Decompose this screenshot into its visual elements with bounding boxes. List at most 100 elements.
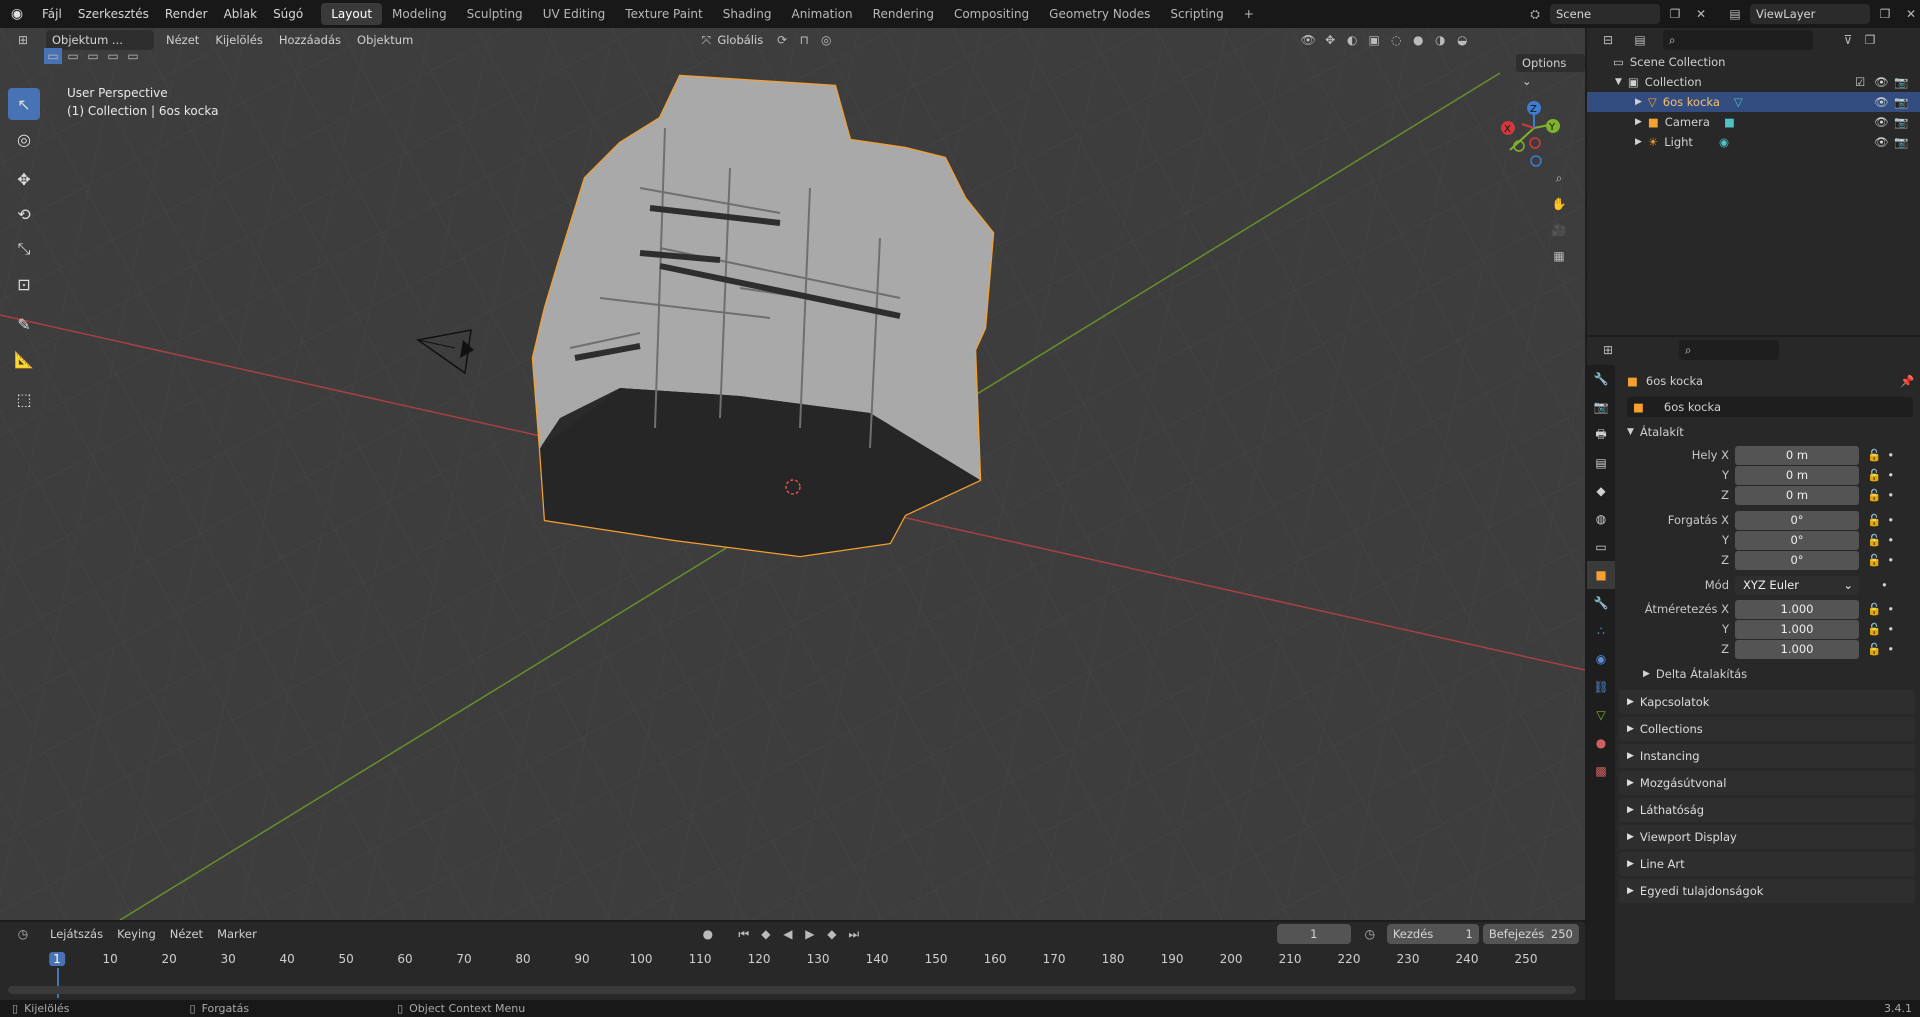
move-tool-icon[interactable]: ✥	[8, 163, 40, 195]
physics-tab-icon[interactable]: ◉	[1587, 645, 1615, 673]
visibility-icon[interactable]: 👁	[1297, 30, 1319, 50]
rotation-y-field[interactable]: 0°	[1735, 530, 1859, 550]
lock-icon[interactable]: 🔓	[1867, 553, 1881, 567]
object-name-field[interactable]: ■ 6os kocka	[1627, 397, 1913, 417]
outliner-item-6os-kocka[interactable]: ▶ ▽ 6os kocka ▽ 👁 📷	[1587, 92, 1920, 112]
select-invert-icon[interactable]: ▭	[104, 48, 122, 64]
scene-tab-icon[interactable]: ◆	[1587, 477, 1615, 505]
viewlayer-icon[interactable]: ▤	[1724, 4, 1746, 24]
pin-icon[interactable]: 📌	[1900, 374, 1914, 388]
viewlayer-field[interactable]: ViewLayer	[1750, 4, 1870, 24]
camera-view-icon[interactable]: 🎥	[1548, 220, 1570, 240]
section-relations[interactable]: ▶ Kapcsolatok	[1619, 690, 1915, 714]
menu-edit[interactable]: Szerkesztés	[70, 7, 157, 21]
editor-type-icon[interactable]: ⊞	[12, 30, 34, 50]
navigation-gizmo[interactable]: Z X Y	[1492, 88, 1562, 168]
overlay-toggle-icon[interactable]: ◐	[1341, 30, 1363, 50]
object-eye-icon[interactable]: 👁	[1874, 95, 1889, 109]
orientation-dropdown[interactable]: Globális	[717, 33, 763, 47]
outliner-item-camera[interactable]: ▶ ■ Camera ■ 👁 📷	[1587, 112, 1920, 132]
expand-icon[interactable]: ▶	[1635, 97, 1642, 107]
keyframe-icon[interactable]: •	[1887, 513, 1894, 527]
tab-shading[interactable]: Shading	[713, 3, 782, 25]
measure-tool-icon[interactable]: 📐	[8, 343, 40, 375]
proportional-edit-icon[interactable]: ◎	[815, 30, 837, 50]
properties-search[interactable]: ⌕	[1679, 340, 1779, 360]
timeline-scrollbar[interactable]	[8, 986, 1576, 994]
collection-expand-icon[interactable]: ▼	[1615, 77, 1622, 87]
scale-z-field[interactable]: 1.000	[1735, 639, 1859, 659]
keyframe-icon[interactable]: •	[1887, 448, 1894, 462]
scene-icon[interactable]: ⛭	[1524, 4, 1546, 24]
menu-object[interactable]: Objektum	[357, 33, 413, 47]
keyframe-icon[interactable]: •	[1887, 642, 1894, 656]
particles-tab-icon[interactable]: ∴	[1587, 617, 1615, 645]
light-render-icon[interactable]: 📷	[1894, 135, 1908, 149]
expand-icon[interactable]: ▶	[1635, 137, 1642, 147]
menu-view[interactable]: Nézet	[166, 33, 199, 47]
tab-uv-editing[interactable]: UV Editing	[533, 3, 616, 25]
select-set-icon[interactable]: ▭	[44, 48, 62, 64]
zoom-icon[interactable]: ⌕	[1548, 168, 1570, 188]
perspective-grid-icon[interactable]: ▦	[1548, 246, 1570, 266]
rotation-z-field[interactable]: 0°	[1735, 550, 1859, 570]
camera-render-icon[interactable]: 📷	[1894, 115, 1908, 129]
menu-render[interactable]: Render	[157, 7, 216, 21]
annotate-tool-icon[interactable]: ✎	[8, 308, 40, 340]
texture-tab-icon[interactable]: ▩	[1587, 757, 1615, 785]
select-intersect-icon[interactable]: ▭	[124, 48, 142, 64]
light-data-icon[interactable]: ◉	[1719, 135, 1729, 149]
rotation-x-field[interactable]: 0°	[1735, 510, 1859, 530]
scale-x-field[interactable]: 1.000	[1735, 599, 1859, 619]
select-extend-icon[interactable]: ▭	[64, 48, 82, 64]
render-tab-icon[interactable]: 📷	[1587, 393, 1615, 421]
scene-collection-row[interactable]: ▭ Scene Collection	[1587, 52, 1920, 72]
gizmo-toggle-icon[interactable]: ✥	[1319, 30, 1341, 50]
3d-viewport[interactable]: ⊞ Objektum ... Nézet Kijelölés Hozzáadás…	[0, 28, 1585, 920]
keyframe-icon[interactable]: •	[1887, 488, 1894, 502]
add-workspace-button[interactable]: +	[1234, 3, 1264, 25]
scene-field[interactable]: Scene	[1550, 4, 1660, 24]
keyframe-icon[interactable]: •	[1887, 533, 1894, 547]
tab-compositing[interactable]: Compositing	[944, 3, 1039, 25]
collection-tab-icon[interactable]: ▭	[1587, 533, 1615, 561]
section-line-art[interactable]: ▶ Line Art	[1619, 852, 1915, 876]
rotate-tool-icon[interactable]: ⟲	[8, 198, 40, 230]
constraints-tab-icon[interactable]: ⛓	[1587, 673, 1615, 701]
tab-animation[interactable]: Animation	[781, 3, 862, 25]
new-scene-icon[interactable]: ❐	[1664, 4, 1686, 24]
scale-tool-icon[interactable]: ⤡	[8, 233, 40, 265]
section-motion-paths[interactable]: ▶ Mozgásútvonal	[1619, 771, 1915, 795]
lock-icon[interactable]: 🔓	[1867, 642, 1881, 656]
menu-help[interactable]: Súgó	[265, 7, 311, 21]
outliner-editor-icon[interactable]: ⊟	[1597, 30, 1619, 50]
material-shading-icon[interactable]: ◑	[1429, 30, 1451, 50]
properties-editor-icon[interactable]: ⊞	[1597, 340, 1619, 360]
wireframe-shading-icon[interactable]: ◌	[1385, 30, 1407, 50]
keyframe-icon[interactable]: •	[1881, 578, 1888, 592]
lock-icon[interactable]: 🔓	[1867, 602, 1881, 616]
light-eye-icon[interactable]: 👁	[1874, 135, 1889, 149]
filter-icon[interactable]: ⊽	[1837, 30, 1859, 50]
cursor-tool-icon[interactable]: ◎	[8, 123, 40, 155]
collection-eye-icon[interactable]: 👁	[1874, 75, 1889, 89]
new-collection-icon[interactable]: ❐	[1859, 30, 1881, 50]
material-tab-icon[interactable]: ●	[1587, 729, 1615, 757]
remove-viewlayer-icon[interactable]: ✕	[1900, 4, 1920, 24]
transform-header[interactable]: ▼ Átalakít	[1627, 425, 1684, 439]
section-visibility[interactable]: ▶ Láthatóság	[1619, 798, 1915, 822]
select-box-tool-icon[interactable]: ↖	[8, 88, 40, 120]
camera-eye-icon[interactable]: 👁	[1874, 115, 1889, 129]
mesh-data-icon[interactable]: ▽	[1734, 95, 1743, 109]
modifier-tab-icon[interactable]: 🔧	[1587, 589, 1615, 617]
keyframe-icon[interactable]: •	[1887, 602, 1894, 616]
remove-scene-icon[interactable]: ✕	[1690, 4, 1712, 24]
tab-scripting[interactable]: Scripting	[1160, 3, 1233, 25]
lock-icon[interactable]: 🔓	[1867, 448, 1881, 462]
pan-hand-icon[interactable]: ✋	[1548, 194, 1570, 214]
collection-checkbox-icon[interactable]: ☑	[1855, 75, 1865, 89]
tab-rendering[interactable]: Rendering	[863, 3, 944, 25]
scale-y-field[interactable]: 1.000	[1735, 619, 1859, 639]
transform-tool-icon[interactable]: ⊡	[8, 268, 40, 300]
location-y-field[interactable]: 0 m	[1735, 465, 1859, 485]
